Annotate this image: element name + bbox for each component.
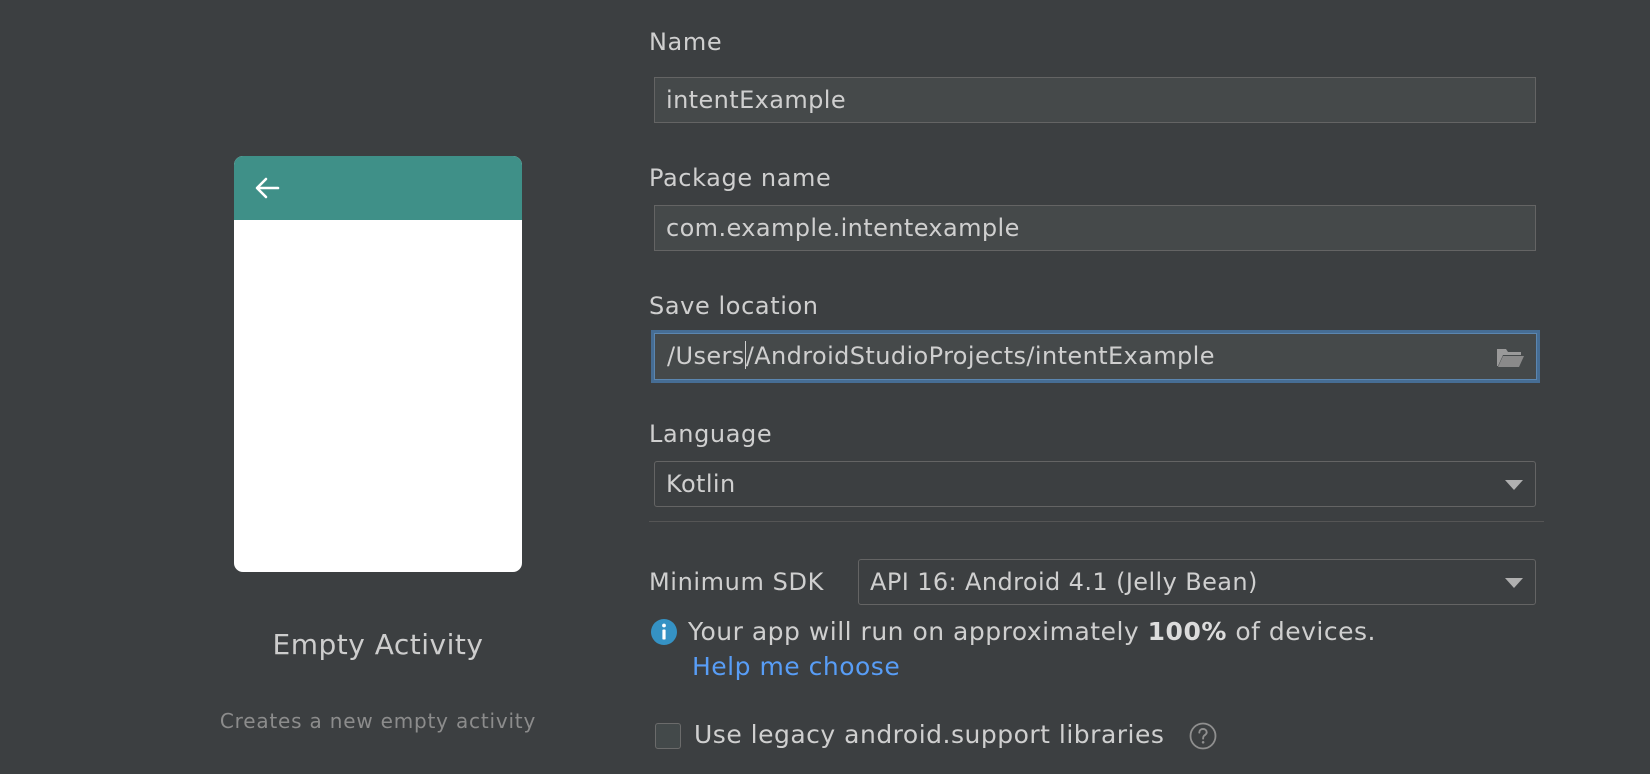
minimum-sdk-label: Minimum SDK bbox=[649, 568, 824, 596]
separator bbox=[649, 521, 1544, 522]
package-name-value: com.example.intentexample bbox=[666, 214, 1020, 242]
package-name-field[interactable]: com.example.intentexample bbox=[654, 205, 1536, 251]
minimum-sdk-selected: API 16: Android 4.1 (Jelly Bean) bbox=[870, 568, 1258, 596]
language-dropdown[interactable]: Kotlin bbox=[654, 461, 1536, 507]
minimum-sdk-dropdown[interactable]: API 16: Android 4.1 (Jelly Bean) bbox=[858, 559, 1536, 605]
name-field[interactable]: intentExample bbox=[654, 77, 1536, 123]
chevron-down-icon bbox=[1505, 578, 1523, 588]
template-title: Empty Activity bbox=[272, 628, 484, 661]
name-label: Name bbox=[649, 28, 723, 56]
arrow-left-icon bbox=[255, 177, 280, 199]
legacy-support-label[interactable]: Use legacy android.support libraries bbox=[694, 720, 1164, 749]
template-preview-phone bbox=[234, 156, 522, 572]
question-circle-icon[interactable] bbox=[1189, 722, 1217, 750]
save-location-value-end: /AndroidStudioProjects/intentExample bbox=[745, 342, 1215, 370]
legacy-support-checkbox[interactable] bbox=[655, 723, 681, 749]
language-selected: Kotlin bbox=[666, 470, 736, 498]
folder-open-icon[interactable] bbox=[1495, 345, 1525, 369]
template-description: Creates a new empty activity bbox=[219, 709, 537, 733]
save-location-field[interactable]: /Users/AndroidStudioProjects/intentExamp… bbox=[651, 330, 1540, 383]
help-me-choose-link[interactable]: Help me choose bbox=[692, 652, 900, 681]
save-location-value-start: /Users bbox=[667, 342, 745, 370]
name-value: intentExample bbox=[666, 86, 846, 114]
info-icon bbox=[651, 619, 677, 645]
coverage-percentage: 100% bbox=[1147, 617, 1227, 646]
chevron-down-icon bbox=[1505, 480, 1523, 490]
language-label: Language bbox=[649, 420, 773, 448]
save-location-label: Save location bbox=[649, 292, 819, 320]
device-coverage-text: Your app will run on approximately 100% … bbox=[688, 617, 1376, 646]
package-name-label: Package name bbox=[649, 164, 832, 192]
new-project-configure-panel: Empty Activity Creates a new empty activ… bbox=[0, 0, 1650, 774]
preview-toolbar bbox=[234, 156, 522, 220]
